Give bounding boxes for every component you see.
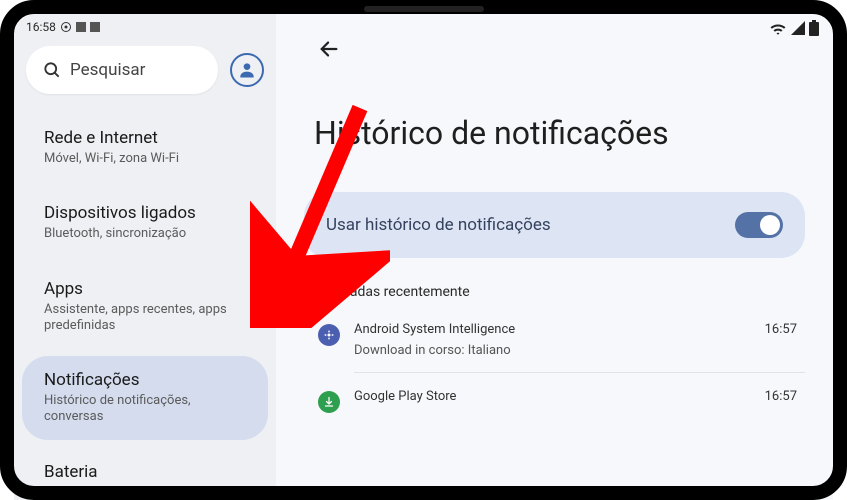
settings-sidebar: 16:58 Pesquisar Rede e Internet Móvel, W… (14, 14, 276, 500)
divider (354, 372, 805, 373)
sidebar-item-sub: Móvel, Wi-Fi, zona Wi-Fi (44, 151, 246, 167)
notification-app-name: Android System Intelligence (354, 322, 751, 337)
wifi-icon (769, 21, 787, 35)
notification-text: Download in corso: Italiano (354, 343, 751, 358)
search-placeholder: Pesquisar (70, 60, 145, 80)
back-button[interactable] (304, 20, 805, 70)
app-icon-android-system-intelligence (318, 324, 340, 346)
signal-icon (791, 21, 805, 35)
sidebar-item-network[interactable]: Rede e Internet Móvel, Wi-Fi, zona Wi-Fi (22, 114, 268, 181)
search-input[interactable]: Pesquisar (26, 46, 218, 94)
sidebar-item-connected-devices[interactable]: Dispositivos ligados Bluetooth, sincroni… (22, 189, 268, 256)
sidebar-item-battery[interactable]: Bateria (22, 448, 268, 499)
status-icon (60, 21, 72, 33)
sidebar-item-apps[interactable]: Apps Assistente, apps recentes, apps pre… (22, 265, 268, 349)
switch-thumb (760, 215, 780, 235)
sidebar-item-notifications[interactable]: Notificações Histórico de notificações, … (22, 356, 268, 440)
battery-icon (809, 20, 819, 36)
status-icon (76, 22, 86, 32)
notification-app-name: Google Play Store (354, 389, 751, 404)
status-bar-right (769, 20, 819, 36)
sidebar-item-sub: Histórico de notificações, conversas (44, 393, 246, 426)
sidebar-item-sub: Bluetooth, sincronização (44, 226, 246, 242)
notification-time: 16:57 (765, 322, 797, 337)
toggle-label: Usar histórico de notificações (326, 215, 551, 235)
arrow-back-icon (318, 38, 340, 60)
notification-time: 16:57 (765, 389, 797, 404)
sidebar-item-title: Notificações (44, 370, 246, 390)
notification-row[interactable]: Android System Intelligence Download in … (304, 314, 805, 370)
main-panel: Histórico de notificações Usar histórico… (276, 14, 833, 500)
status-bar-left: 16:58 (14, 18, 276, 46)
clock: 16:58 (26, 20, 56, 34)
sidebar-item-title: Rede e Internet (44, 128, 246, 148)
toggle-notification-history[interactable]: Usar histórico de notificações (304, 192, 805, 258)
profile-avatar[interactable] (230, 53, 264, 87)
search-icon (42, 60, 62, 80)
section-header-recently-dismissed: Ignoradas recentemente (318, 284, 805, 300)
sidebar-item-title: Apps (44, 279, 246, 299)
person-icon (237, 60, 257, 80)
page-title: Histórico de notificações (314, 114, 805, 152)
notification-row[interactable]: Google Play Store 16:57 (304, 381, 805, 425)
sidebar-item-sub: Assistente, apps recentes, apps predefin… (44, 302, 246, 335)
app-icon-google-play-store (318, 391, 340, 413)
status-icon (90, 22, 100, 32)
sidebar-item-title: Dispositivos ligados (44, 203, 246, 223)
switch-on[interactable] (735, 212, 783, 238)
sidebar-item-title: Bateria (44, 462, 246, 482)
